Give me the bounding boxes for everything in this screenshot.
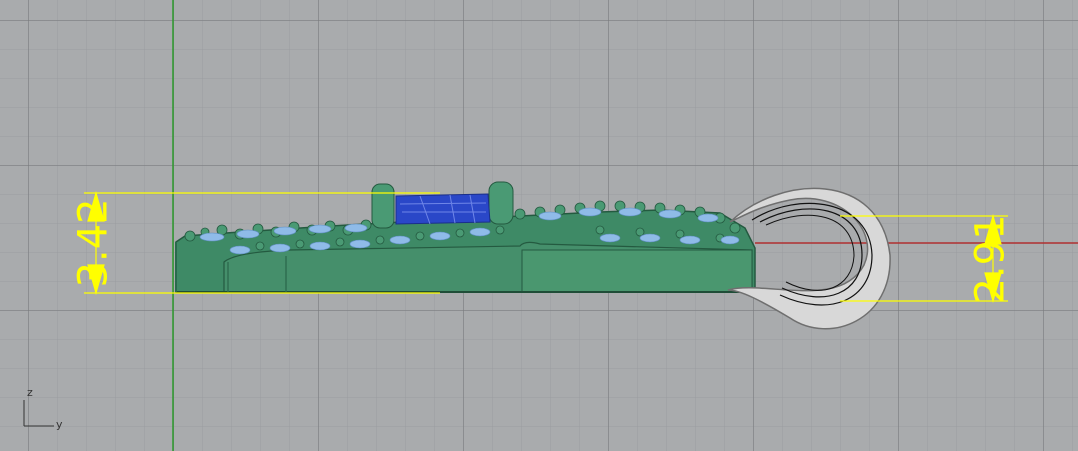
- viewport-front[interactable]: 3.42 2.91 z y: [0, 0, 1078, 451]
- axis-indicator-z-label: z: [27, 386, 33, 399]
- dimension-left-value: 3.42: [70, 198, 117, 288]
- center-setting[interactable]: [371, 181, 514, 229]
- axis-indicator-y-label: y: [56, 418, 63, 431]
- scene-canvas[interactable]: [0, 0, 1078, 451]
- axis-indicator: [23, 400, 54, 427]
- dimension-right-value: 2.91: [967, 214, 1014, 304]
